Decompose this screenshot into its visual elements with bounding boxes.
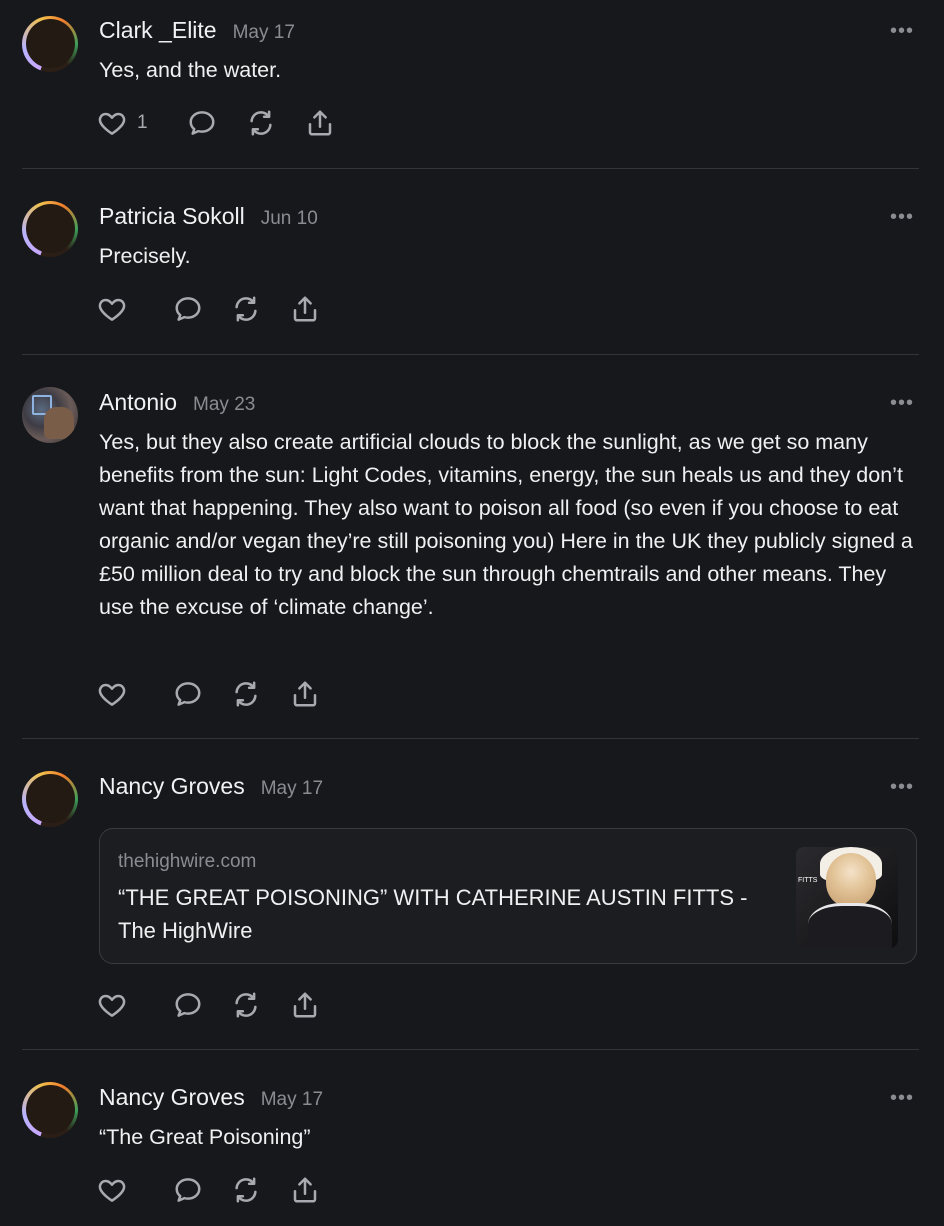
comment-date[interactable]: May 17 [233, 22, 295, 44]
comment: Nancy Groves May 17 ••• thehighwire.com … [0, 739, 944, 1049]
link-thumbnail: FITTS [796, 847, 898, 948]
like-button[interactable] [97, 1175, 127, 1205]
share-icon [293, 1177, 317, 1203]
like-button[interactable] [97, 294, 127, 324]
share-button[interactable] [290, 294, 320, 324]
avatar[interactable] [22, 771, 78, 827]
link-title: “THE GREAT POISONING” WITH CATHERINE AUS… [118, 885, 748, 943]
restack-icon [235, 296, 257, 322]
like-button[interactable] [97, 990, 127, 1020]
avatar[interactable] [22, 387, 78, 443]
author-name[interactable]: Nancy Groves [99, 1084, 245, 1111]
restack-button[interactable] [231, 1175, 261, 1205]
author-name[interactable]: Clark _Elite [99, 17, 217, 44]
comment-date[interactable]: Jun 10 [261, 208, 318, 230]
restack-button[interactable] [231, 294, 261, 324]
comment-feed: Clark _Elite May 17 ••• Yes, and the wat… [0, 0, 944, 1226]
more-icon[interactable]: ••• [890, 1087, 914, 1110]
share-button[interactable] [290, 1175, 320, 1205]
reply-icon [175, 993, 201, 1017]
comment: Nancy Groves May 17 ••• “The Great Poiso… [0, 1050, 944, 1226]
share-icon [293, 992, 317, 1018]
share-button[interactable] [305, 108, 335, 138]
heart-icon [98, 112, 126, 135]
restack-button[interactable] [246, 108, 276, 138]
comment-text: Yes, and the water. [99, 58, 282, 82]
share-icon [308, 110, 332, 136]
reply-icon [175, 682, 201, 706]
restack-icon [235, 992, 257, 1018]
avatar[interactable] [22, 16, 78, 72]
thumbnail-tag: FITTS [798, 877, 818, 884]
heart-icon [98, 298, 126, 321]
restack-icon [250, 110, 272, 136]
reply-icon [175, 1178, 201, 1202]
author-name[interactable]: Patricia Sokoll [99, 203, 245, 230]
author-name[interactable]: Nancy Groves [99, 773, 245, 800]
comment: Antonio May 23 ••• Yes, but they also cr… [0, 355, 944, 738]
avatar[interactable] [22, 201, 78, 257]
reply-icon [175, 297, 201, 321]
like-button[interactable] [97, 679, 127, 709]
like-button[interactable]: 1 [97, 108, 148, 138]
restack-icon [235, 1177, 257, 1203]
heart-icon [98, 994, 126, 1017]
comment-text: “The Great Poisoning” [99, 1125, 311, 1149]
share-icon [293, 296, 317, 322]
comment-date[interactable]: May 17 [261, 778, 323, 800]
share-button[interactable] [290, 990, 320, 1020]
reply-button[interactable] [173, 294, 203, 324]
comment-text: Precisely. [99, 244, 191, 268]
comment-date[interactable]: May 17 [261, 1089, 323, 1111]
comment: Patricia Sokoll Jun 10 ••• Precisely. [0, 169, 944, 354]
reply-button[interactable] [187, 108, 217, 138]
reply-button[interactable] [173, 1175, 203, 1205]
like-count: 1 [137, 112, 148, 133]
link-domain: thehighwire.com [118, 851, 257, 872]
reply-button[interactable] [173, 679, 203, 709]
heart-icon [98, 683, 126, 706]
author-name[interactable]: Antonio [99, 389, 177, 416]
comment-text: Yes, but they also create artificial clo… [99, 430, 913, 619]
link-preview-card[interactable]: thehighwire.com “THE GREAT POISONING” WI… [99, 828, 917, 964]
more-icon[interactable]: ••• [890, 206, 914, 229]
more-icon[interactable]: ••• [890, 776, 914, 799]
avatar[interactable] [22, 1082, 78, 1138]
reply-button[interactable] [173, 990, 203, 1020]
share-button[interactable] [290, 679, 320, 709]
restack-button[interactable] [231, 679, 261, 709]
reply-icon [189, 111, 215, 135]
thumbnail-face [826, 853, 876, 907]
share-icon [293, 681, 317, 707]
comment-date[interactable]: May 23 [193, 394, 255, 416]
thumbnail-body [808, 903, 892, 948]
more-icon[interactable]: ••• [890, 20, 914, 43]
restack-icon [235, 681, 257, 707]
heart-icon [98, 1179, 126, 1202]
restack-button[interactable] [231, 990, 261, 1020]
more-icon[interactable]: ••• [890, 392, 914, 415]
comment: Clark _Elite May 17 ••• Yes, and the wat… [0, 0, 944, 168]
